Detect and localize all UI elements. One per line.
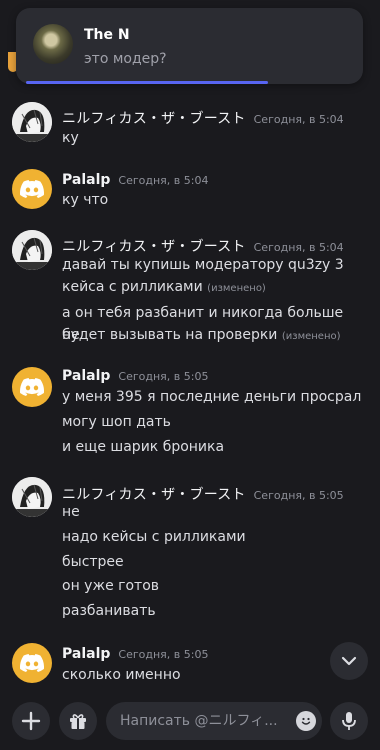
message-text[interactable]: будет вызывать на проверки (изменено) [62,324,362,348]
message-text[interactable]: он уже готов [62,575,362,597]
message-author[interactable]: ニルフィカス・ザ・ブースト [62,108,246,128]
message-author[interactable]: Palalp [62,368,110,384]
message-timestamp: Сегодня, в 5:04 [118,174,209,187]
manga-avatar-icon [12,102,52,142]
gift-button[interactable] [59,702,97,740]
avatar[interactable] [12,169,52,209]
message-text[interactable]: могу шоп дать [62,411,362,433]
discord-logo-icon [20,378,44,396]
message-text[interactable]: разбанивать [62,600,362,622]
avatar[interactable] [12,643,52,683]
message-input-placeholder: Написать @ニルフィ... [120,713,278,729]
message-author[interactable]: Palalp [62,646,110,662]
notification-progress-bar [26,81,268,84]
notification-sender: The N [84,27,130,43]
message-text[interactable]: ку что [62,189,362,211]
message-text[interactable]: не [62,501,362,523]
manga-avatar-icon [12,477,52,517]
message-timestamp: Сегодня, в 5:04 [253,113,344,126]
microphone-icon [342,712,356,730]
notification-preview: это модер? [84,51,167,67]
discord-logo-icon [20,180,44,198]
message-timestamp: Сегодня, в 5:05 [118,648,209,661]
composer-bar: Написать @ニルフィ... [0,694,380,750]
message-text[interactable]: ку [62,127,362,149]
message-notification[interactable]: The N это модер? [16,8,363,84]
message-text[interactable]: у меня 395 я последние деньги просрал [62,386,362,408]
message-text[interactable]: быстрее [62,551,362,573]
message-line: будет вызывать на проверки [62,327,278,343]
message-author[interactable]: Palalp [62,172,110,188]
message-timestamp: Сегодня, в 5:05 [118,370,209,383]
plus-icon [21,711,41,731]
emoji-button[interactable] [296,711,316,731]
message-timestamp: Сегодня, в 5:04 [253,241,344,254]
edited-label: (изменено) [207,283,266,294]
message-author[interactable]: ニルフィカス・ザ・ブースト [62,236,246,256]
avatar[interactable] [12,477,52,517]
discord-logo-icon [20,654,44,672]
message-text[interactable]: кейса с рилликами (изменено) [62,276,362,300]
message-text[interactable]: и еще шарик броника [62,436,362,458]
message-input[interactable]: Написать @ニルフィ... [106,702,322,740]
add-attachment-button[interactable] [12,702,50,740]
message-line: кейса с рилликами [62,279,203,295]
notification-avatar [33,24,73,64]
message-text[interactable]: надо кейсы с рилликами [62,526,362,548]
avatar[interactable] [12,230,52,270]
scroll-to-bottom-button[interactable] [330,642,368,680]
avatar[interactable] [12,102,52,142]
avatar[interactable] [12,367,52,407]
voice-message-button[interactable] [330,702,368,740]
gift-icon [70,714,86,729]
manga-avatar-icon [12,230,52,270]
edited-label: (изменено) [281,331,341,342]
message-text[interactable]: давай ты купишь модератору qu3zy 3 [62,254,362,276]
emoji-icon [301,717,311,725]
chevron-down-icon [341,656,357,666]
message-text[interactable]: сколько именно [62,664,362,686]
